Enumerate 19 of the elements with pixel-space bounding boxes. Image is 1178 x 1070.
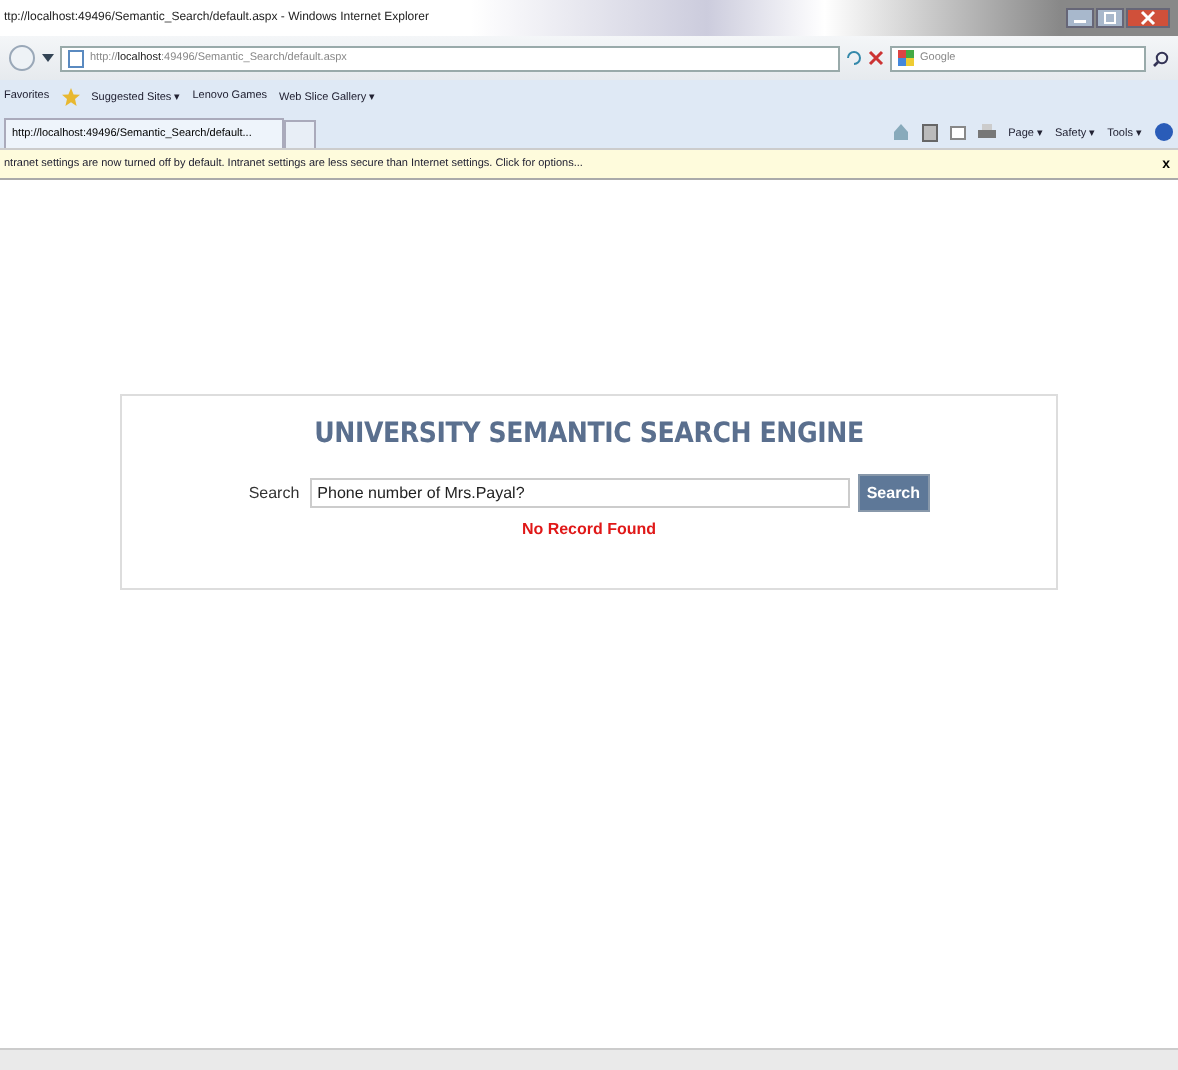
result-message: No Record Found xyxy=(521,520,657,538)
page-icon xyxy=(68,49,84,67)
close-button[interactable] xyxy=(1126,8,1170,28)
maximize-button[interactable] xyxy=(1096,8,1124,28)
minimize-button[interactable] xyxy=(1066,8,1094,28)
search-button[interactable]: Search xyxy=(857,474,930,512)
close-icon xyxy=(1140,10,1156,26)
search-icon[interactable] xyxy=(1152,49,1170,67)
mail-icon[interactable] xyxy=(950,125,967,139)
refresh-icon[interactable] xyxy=(846,49,862,67)
printer-icon[interactable] xyxy=(978,123,997,141)
dropdown-icon[interactable] xyxy=(42,54,54,62)
search-input[interactable]: Phone number of Mrs.Payal? xyxy=(309,478,850,508)
star-icon[interactable] xyxy=(61,87,80,105)
page-heading: UNIVERSITY SEMANTIC SEARCH ENGINE xyxy=(314,418,864,450)
maximize-icon xyxy=(1102,12,1118,24)
google-logo-icon xyxy=(898,50,914,66)
search-label: Search xyxy=(248,484,300,502)
stop-icon[interactable] xyxy=(868,50,884,66)
